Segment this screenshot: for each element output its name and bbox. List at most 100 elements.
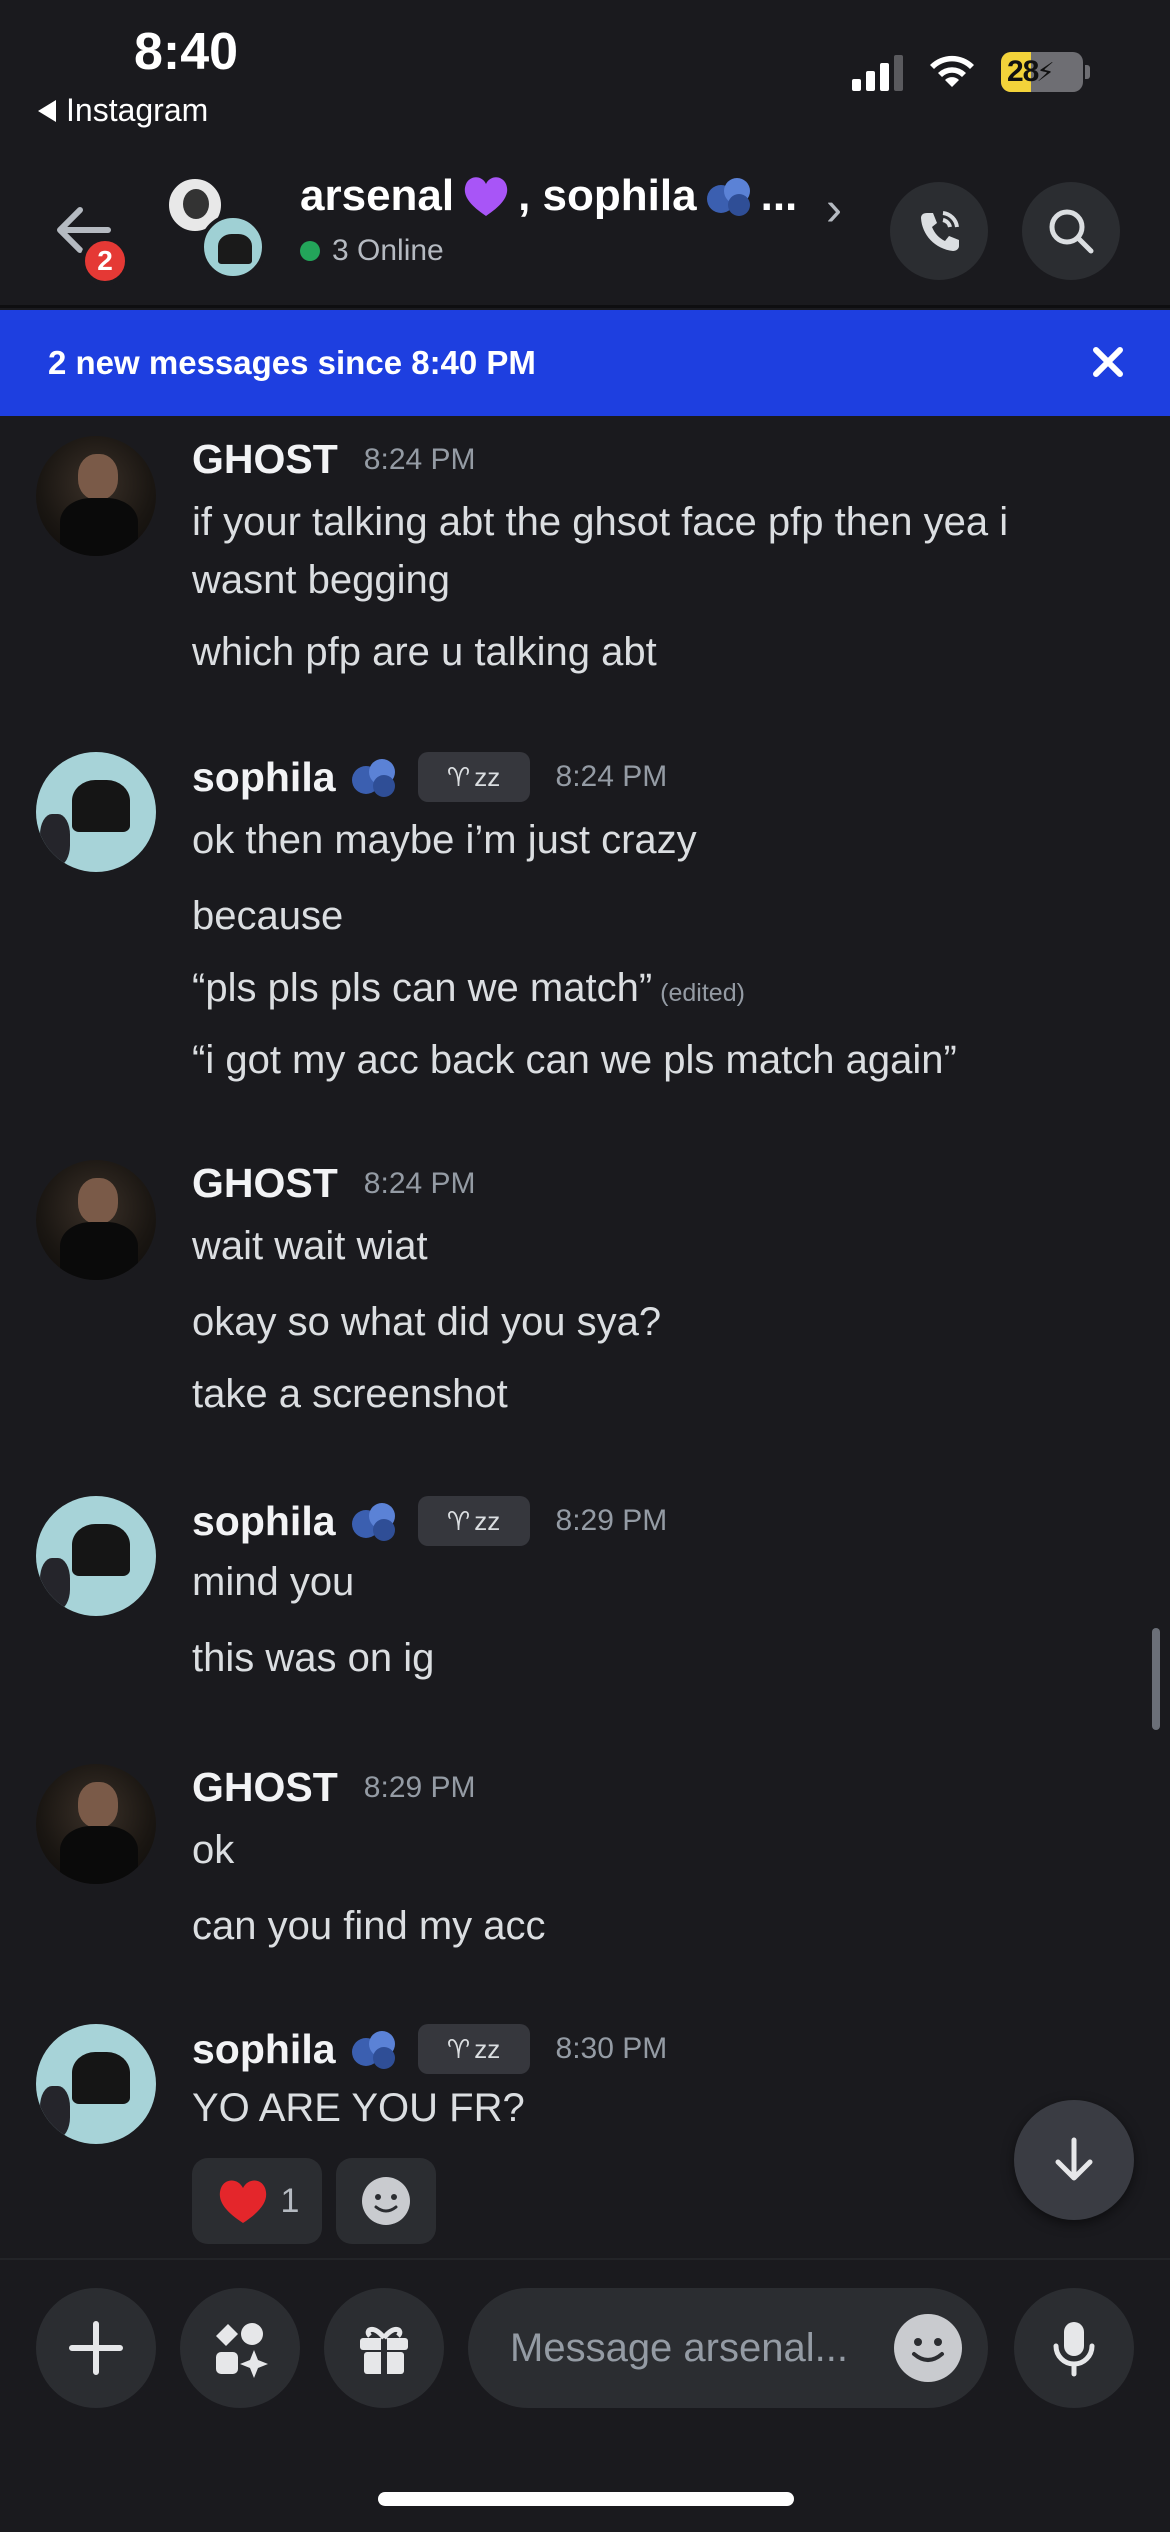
edited-label: (edited): [660, 979, 745, 1007]
message-input[interactable]: Message arsenal...: [468, 2288, 988, 2408]
timestamp: 8:24 PM: [363, 1166, 476, 1200]
message-text: wasnt begging: [192, 558, 450, 602]
avatar[interactable]: [36, 1764, 156, 1884]
online-count: 3 Online: [332, 234, 444, 267]
channel-title-part2: , sophila: [518, 171, 697, 220]
status-indicators: 28 ⚡: [852, 52, 1090, 92]
avatar[interactable]: [36, 752, 156, 872]
close-icon[interactable]: [1086, 340, 1130, 384]
author-name[interactable]: sophila: [192, 754, 336, 801]
jump-to-bottom-button[interactable]: [1014, 2100, 1134, 2220]
channel-title[interactable]: arsenal , sophila ...: [300, 170, 797, 222]
back-to-app-link[interactable]: Instagram: [38, 92, 208, 129]
apps-sparkle-icon: [216, 2323, 268, 2378]
battery-level: 28: [1007, 55, 1039, 88]
user-tag-text: zz: [474, 2033, 501, 2064]
message-text: “i got my acc back can we pls match agai…: [192, 1038, 957, 1082]
timestamp: 8:30 PM: [555, 2032, 668, 2065]
avatar[interactable]: [36, 1496, 156, 1616]
emoji-picker-icon[interactable]: [894, 2314, 962, 2382]
unread-badge: 2: [80, 236, 130, 286]
red-heart-icon: [219, 2180, 266, 2223]
add-reaction-button[interactable]: [336, 2158, 436, 2244]
home-indicator[interactable]: [378, 2492, 794, 2506]
message-text: wait wait wiat: [192, 1224, 428, 1268]
wifi-icon: [930, 55, 974, 87]
user-tag-text: zz: [474, 761, 501, 792]
timestamp: 8:29 PM: [555, 1504, 668, 1537]
back-triangle-icon: [38, 99, 56, 122]
goat-icon: ♈: [446, 2033, 471, 2064]
call-button[interactable]: [890, 182, 988, 280]
add-reaction-icon: [362, 2177, 410, 2225]
online-dot-icon: [300, 241, 320, 261]
new-messages-banner[interactable]: 2 new messages since 8:40 PM: [0, 310, 1170, 416]
new-messages-text: 2 new messages since 8:40 PM: [48, 344, 536, 381]
message-text: “pls pls pls can we match”: [192, 966, 653, 1010]
message-text: ok: [192, 1828, 235, 1872]
blueberries-icon: [351, 1503, 395, 1541]
user-tag[interactable]: ♈ zz: [417, 752, 530, 802]
avatar[interactable]: [36, 2024, 156, 2144]
cellular-signal-icon: [852, 53, 903, 91]
avatar[interactable]: [36, 1160, 156, 1280]
reaction-count: 1: [280, 2181, 300, 2220]
phone-call-icon: [921, 211, 959, 251]
message-text: if your talking abt the ghsot face pfp t…: [192, 500, 1009, 544]
author-name[interactable]: sophila: [192, 1498, 336, 1545]
chevron-right-icon[interactable]: ›: [826, 182, 842, 237]
goat-icon: ♈: [446, 1505, 471, 1536]
apps-button[interactable]: [180, 2288, 300, 2408]
search-button[interactable]: [1022, 182, 1120, 280]
timestamp: 8:24 PM: [555, 760, 668, 793]
status-bar: 8:40 Instagram 28 ⚡: [0, 0, 1170, 140]
message-text: ok then maybe i’m just crazy: [192, 818, 697, 862]
charging-bolt-icon: ⚡: [1036, 56, 1055, 87]
avatar[interactable]: [36, 436, 156, 556]
reactions-row: 1: [192, 2158, 436, 2244]
search-icon: [1049, 209, 1094, 254]
plus-icon: [69, 2321, 123, 2375]
back-app-label: Instagram: [66, 92, 209, 128]
user-tag[interactable]: ♈ zz: [417, 1496, 530, 1546]
message-text: this was on ig: [192, 1636, 435, 1680]
channel-title-part1: arsenal: [300, 171, 455, 220]
author-name[interactable]: GHOST: [192, 436, 338, 483]
author-name[interactable]: GHOST: [192, 1764, 338, 1811]
gift-button[interactable]: [324, 2288, 444, 2408]
battery-icon: 28 ⚡: [1001, 52, 1083, 92]
message-text: take a screenshot: [192, 1372, 508, 1416]
blueberries-icon: [706, 178, 750, 216]
user-tag[interactable]: ♈ zz: [417, 2024, 530, 2074]
channel-header: 2 arsenal , sophila ... › 3 Online: [0, 140, 1170, 308]
timestamp: 8:24 PM: [363, 442, 476, 476]
message-text: because: [192, 894, 344, 938]
message-text: mind you: [192, 1560, 355, 1604]
goat-icon: ♈: [446, 761, 471, 792]
message-input-placeholder: Message arsenal...: [510, 2325, 848, 2370]
message-text: can you find my acc: [192, 1904, 546, 1948]
attach-button[interactable]: [36, 2288, 156, 2408]
heart-reaction[interactable]: 1: [192, 2158, 322, 2244]
member-avatar-2: [200, 214, 266, 280]
arrow-down-icon: [1055, 2137, 1093, 2181]
status-time: 8:40: [134, 23, 239, 81]
timestamp: 8:29 PM: [363, 1770, 476, 1804]
group-avatar[interactable]: [166, 176, 276, 286]
message-composer: Message arsenal...: [0, 2258, 1170, 2532]
message-text: YO ARE YOU FR?: [192, 2086, 525, 2130]
microphone-icon: [1053, 2322, 1095, 2377]
online-status: 3 Online: [300, 234, 444, 268]
blueberries-icon: [351, 759, 395, 797]
author-name[interactable]: sophila: [192, 2026, 336, 2073]
scrollbar[interactable]: [1152, 1628, 1160, 1730]
user-tag-text: zz: [474, 1505, 501, 1536]
purple-heart-icon: [464, 177, 508, 216]
message-text: which pfp are u talking abt: [192, 630, 657, 674]
gift-icon: [360, 2327, 408, 2374]
author-name[interactable]: GHOST: [192, 1160, 338, 1207]
message-text-edited: “pls pls pls can we match” (edited): [192, 966, 745, 1011]
message-text: okay so what did you sya?: [192, 1300, 662, 1344]
voice-message-button[interactable]: [1014, 2288, 1134, 2408]
blueberries-icon: [351, 2031, 395, 2069]
